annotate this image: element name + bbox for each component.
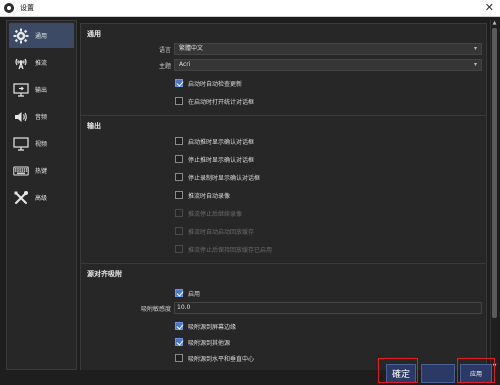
chevron-down-icon: ▾ xyxy=(473,61,477,68)
checkbox-box xyxy=(175,191,183,199)
output-option-1[interactable]: 停止推时显示确认对话框 xyxy=(175,154,254,164)
group-title-snapping: 源对齐吸附 xyxy=(87,270,122,278)
checkbox-box xyxy=(175,137,183,145)
checkbox-box xyxy=(175,245,183,253)
checkbox-box xyxy=(175,97,183,105)
sidebar-item-stream[interactable]: 推流 xyxy=(9,50,74,75)
checkbox-box xyxy=(175,227,183,235)
scroll-down-icon[interactable]: ▼ xyxy=(491,363,498,370)
output-option-label: 启动推时显示确认对话框 xyxy=(188,138,255,146)
snapping-option-0[interactable]: 吸附源到屏幕边缘 xyxy=(175,321,236,331)
output-option-6: 推流停止后保持回放缓存已启用 xyxy=(175,244,272,254)
obs-app-icon xyxy=(4,3,14,13)
language-combo[interactable]: 繁體中文 ▾ xyxy=(174,43,482,55)
theme-label: 主题 xyxy=(158,63,171,70)
language-label: 语言 xyxy=(158,47,171,54)
sensitivity-input[interactable]: 10.0 xyxy=(174,302,482,314)
settings-content: 通用 语言 繁體中文 ▾ 主题 Acri ▾ 启动时自动检查更新 在启动时打开统… xyxy=(80,20,488,370)
sidebar-item-label: 视频 xyxy=(35,141,48,148)
check-updates-checkbox[interactable]: 启动时自动检查更新 xyxy=(175,78,242,88)
language-value: 繁體中文 xyxy=(179,45,204,52)
checkbox-box xyxy=(175,155,183,163)
open-stats-label: 在启动时打开统计对话框 xyxy=(188,98,255,106)
snapping-enable-label: 启用 xyxy=(188,290,201,298)
apply-button[interactable]: 应用 xyxy=(460,364,492,383)
output-option-label: 停止推时显示确认对话框 xyxy=(188,156,255,164)
sidebar-item-advanced[interactable]: 高级 xyxy=(9,185,74,210)
output-option-5: 推流时自动启动回放缓存 xyxy=(175,226,254,236)
output-option-label: 停止录制时显示确认对话框 xyxy=(188,174,261,182)
checkbox-box xyxy=(175,79,183,87)
speaker-icon xyxy=(12,109,30,125)
scroll-thumb[interactable] xyxy=(492,28,497,318)
output-option-4: 推流停止后继续录像 xyxy=(175,208,242,218)
sidebar-item-label: 音频 xyxy=(35,114,48,121)
scroll-up-icon[interactable]: ▲ xyxy=(491,20,498,27)
snapping-option-1[interactable]: 吸附源到其他源 xyxy=(175,337,230,347)
tools-icon xyxy=(12,190,30,206)
window-title: 设置 xyxy=(20,4,34,12)
output-option-2[interactable]: 停止录制时显示确认对话框 xyxy=(175,172,260,182)
checkbox-box xyxy=(175,173,183,181)
settings-sidebar: 通用 推流 输出 音频 视频 热键 高级 xyxy=(6,20,77,370)
sensitivity-label: 吸附敏感度 xyxy=(140,306,171,313)
checkbox-box xyxy=(175,338,183,346)
checkbox-box xyxy=(175,209,183,217)
close-icon[interactable]: ✕ xyxy=(485,2,494,14)
sidebar-item-general[interactable]: 通用 xyxy=(9,23,74,48)
sidebar-item-hotkeys[interactable]: 热键 xyxy=(9,158,74,183)
group-title-output: 输出 xyxy=(87,122,101,130)
snapping-option-label: 吸附源到其他源 xyxy=(188,339,231,347)
sidebar-item-label: 通用 xyxy=(35,33,48,40)
checkbox-box xyxy=(175,354,183,362)
output-option-label: 推流停止后保持回放缓存已启用 xyxy=(188,246,273,254)
content-scrollbar[interactable]: ▲ ▼ xyxy=(490,20,497,370)
sidebar-item-audio[interactable]: 音频 xyxy=(9,104,74,129)
theme-combo[interactable]: Acri ▾ xyxy=(174,59,482,71)
sidebar-item-label: 推流 xyxy=(35,60,48,67)
snapping-option-label: 吸附源到屏幕边缘 xyxy=(188,323,237,331)
general-group: 通用 语言 繁體中文 ▾ 主题 Acri ▾ 启动时自动检查更新 在启动时打开统… xyxy=(80,23,487,128)
sidebar-item-video[interactable]: 视频 xyxy=(9,131,74,156)
sensitivity-value: 10.0 xyxy=(177,304,191,311)
gear-icon xyxy=(12,28,30,44)
chevron-down-icon: ▾ xyxy=(473,45,477,52)
sidebar-item-output[interactable]: 输出 xyxy=(9,77,74,102)
output-option-label: 推流时自动录像 xyxy=(188,192,231,200)
output-option-label: 推流停止后继续录像 xyxy=(188,210,243,218)
sidebar-item-label: 输出 xyxy=(35,87,48,94)
group-title-general: 通用 xyxy=(87,30,101,38)
output-option-0[interactable]: 启动推时显示确认对话框 xyxy=(175,136,254,146)
broadcast-icon xyxy=(12,55,30,71)
monitor-icon xyxy=(12,136,30,152)
snapping-option-label: 吸附源到水平和垂直中心 xyxy=(188,355,255,363)
check-updates-label: 启动时自动检查更新 xyxy=(188,80,243,88)
cancel-button[interactable] xyxy=(421,364,455,383)
sidebar-item-label: 热键 xyxy=(35,168,48,175)
sidebar-item-label: 高级 xyxy=(35,195,48,202)
open-stats-checkbox[interactable]: 在启动时打开统计对话框 xyxy=(175,96,254,106)
output-option-3[interactable]: 推流时自动录像 xyxy=(175,190,230,200)
theme-value: Acri xyxy=(179,61,191,68)
snapping-enable-checkbox[interactable]: 启用 xyxy=(175,288,200,298)
output-option-label: 推流时自动启动回放缓存 xyxy=(188,228,255,236)
checkbox-box xyxy=(175,289,183,297)
snapping-group: 源对齐吸附 启用 吸附敏感度 10.0 吸附源到屏幕边缘 吸附源到其他源 吸附源… xyxy=(80,263,487,370)
keyboard-icon xyxy=(12,163,30,179)
output-icon xyxy=(12,82,30,98)
title-bar: 设置 ✕ xyxy=(0,0,500,17)
checkbox-box xyxy=(175,322,183,330)
output-group: 输出 启动推时显示确认对话框 停止推时显示确认对话框 停止录制时显示确认对话框 … xyxy=(80,115,487,277)
ok-button[interactable]: 確定 xyxy=(386,364,416,383)
snapping-option-2[interactable]: 吸附源到水平和垂直中心 xyxy=(175,353,254,363)
